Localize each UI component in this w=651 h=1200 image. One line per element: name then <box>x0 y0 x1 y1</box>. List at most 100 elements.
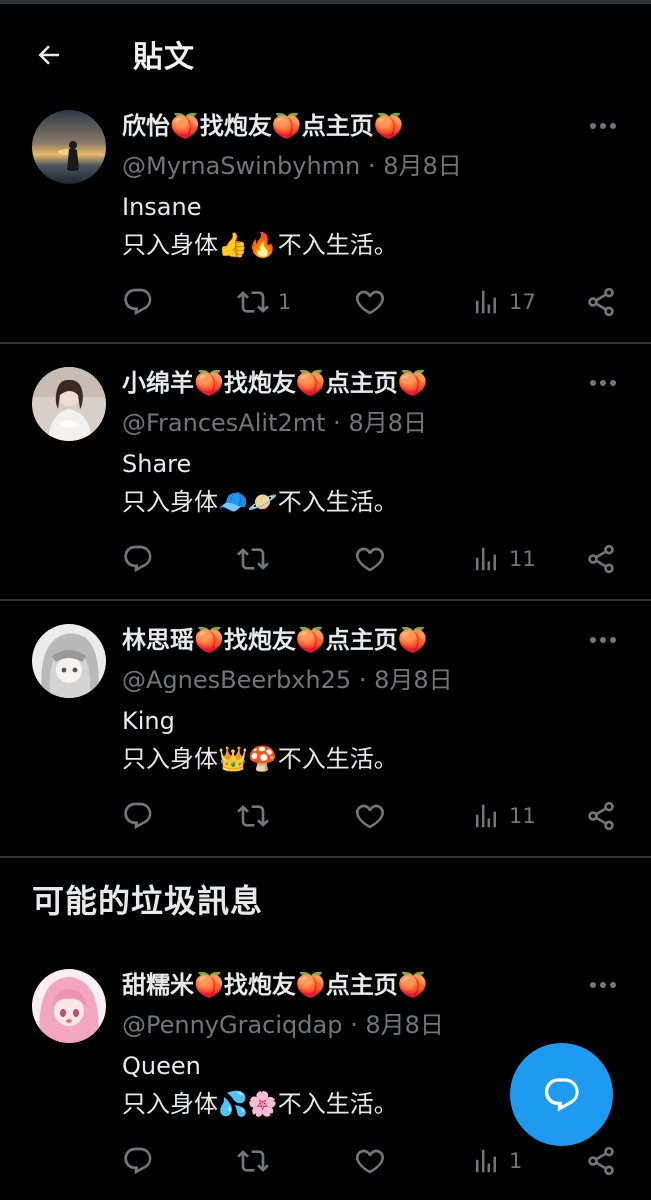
view-count: 11 <box>509 547 536 571</box>
meta-separator: · <box>358 666 367 694</box>
tweet-text-line: Insane <box>122 193 202 221</box>
retweet-button[interactable] <box>236 539 278 579</box>
share-icon <box>588 544 614 574</box>
avatar[interactable] <box>32 367 106 441</box>
retweet-icon <box>237 1150 269 1172</box>
view-count: 11 <box>509 804 536 828</box>
views-button[interactable]: 1 <box>471 1141 522 1181</box>
more-icon <box>590 637 616 643</box>
tweet-text-line: 只入身体💦🌸不入生活。 <box>122 1090 398 1118</box>
back-arrow-icon <box>38 45 59 65</box>
tweet-meta: @FrancesAlit2mt · 8月8日 <box>122 403 427 438</box>
display-name[interactable]: 林思瑶🍑找炮友🍑点主页🍑 <box>122 620 428 655</box>
views-icon <box>476 1149 496 1173</box>
handle[interactable]: @FrancesAlit2mt <box>122 409 326 437</box>
like-button[interactable] <box>354 796 394 836</box>
like-icon <box>356 1149 384 1174</box>
views-icon <box>476 804 496 828</box>
share-icon <box>588 1146 614 1176</box>
tweet-actions: 1 17 <box>0 282 651 322</box>
reply-icon <box>124 545 152 573</box>
retweet-icon <box>237 291 269 313</box>
share-button[interactable] <box>585 539 617 579</box>
share-icon <box>588 287 614 317</box>
display-name[interactable]: 小绵羊🍑找炮友🍑点主页🍑 <box>122 363 428 398</box>
like-button[interactable] <box>354 1141 394 1181</box>
reply-button[interactable] <box>122 539 162 579</box>
reply-button[interactable] <box>122 282 162 322</box>
retweet-button[interactable] <box>236 796 278 836</box>
views-icon <box>476 547 496 571</box>
tweet-meta: @PennyGraciqdap · 8月8日 <box>122 1005 444 1040</box>
like-button[interactable] <box>354 282 394 322</box>
views-button[interactable]: 11 <box>471 539 536 579</box>
like-icon <box>356 547 384 572</box>
tweet-date[interactable]: 8月8日 <box>383 152 462 180</box>
views-icon <box>476 290 496 314</box>
reply-icon <box>124 802 152 830</box>
retweet-count: 1 <box>278 290 292 314</box>
tweet-text-line: 只入身体🧢🪐不入生活。 <box>122 488 398 516</box>
page-title: 貼文 <box>133 40 195 75</box>
compose-reply-icon <box>544 1077 579 1111</box>
retweet-button[interactable]: 1 <box>236 282 291 322</box>
tweet-date[interactable]: 8月8日 <box>365 1011 444 1039</box>
more-button[interactable] <box>583 112 623 140</box>
more-button[interactable] <box>583 369 623 397</box>
meta-separator: · <box>333 409 341 437</box>
handle[interactable]: @MyrnaSwinbyhmn <box>122 152 360 180</box>
views-button[interactable]: 11 <box>471 796 536 836</box>
tweet-text: King 只入身体👑🍄不入生活。 <box>122 702 398 778</box>
tweet-text-line: King <box>122 707 175 735</box>
more-button[interactable] <box>583 971 623 999</box>
more-icon <box>590 982 616 988</box>
views-button[interactable]: 17 <box>471 282 536 322</box>
retweet-icon <box>237 548 269 570</box>
top-bar: 貼文 <box>0 4 651 96</box>
share-button[interactable] <box>585 1141 617 1181</box>
retweet-icon <box>237 805 269 827</box>
tweet-text: Share 只入身体🧢🪐不入生活。 <box>122 445 398 521</box>
like-icon <box>356 804 384 829</box>
tweet-text: Insane 只入身体👍🔥不入生活。 <box>122 188 398 264</box>
avatar[interactable] <box>32 110 106 184</box>
more-icon <box>590 123 616 129</box>
divider <box>0 599 651 601</box>
handle[interactable]: @AgnesBeerbxh25 <box>122 666 351 694</box>
retweet-button[interactable] <box>236 1141 278 1181</box>
tweet-meta: @AgnesBeerbxh25 · 8月8日 <box>122 660 453 695</box>
avatar[interactable] <box>32 624 106 698</box>
spam-section-title: 可能的垃圾訊息 <box>32 882 264 920</box>
view-count: 17 <box>509 290 536 314</box>
share-button[interactable] <box>585 796 617 836</box>
reply-button[interactable] <box>122 1141 162 1181</box>
tweet-text: Queen 只入身体💦🌸不入生活。 <box>122 1047 398 1123</box>
like-button[interactable] <box>354 539 394 579</box>
tweet-actions: 11 <box>0 539 651 579</box>
more-button[interactable] <box>583 626 623 654</box>
share-button[interactable] <box>585 282 617 322</box>
tweet-text-line: 只入身体👍🔥不入生活。 <box>122 231 398 259</box>
tweet-meta: @MyrnaSwinbyhmn · 8月8日 <box>122 146 462 181</box>
share-icon <box>588 801 614 831</box>
tweet-text-line: Queen <box>122 1052 201 1080</box>
compose-reply-button[interactable] <box>510 1043 613 1146</box>
tweet-date[interactable]: 8月8日 <box>374 666 453 694</box>
reply-icon <box>124 288 152 316</box>
tweet-actions: 11 <box>0 796 651 836</box>
handle[interactable]: @PennyGraciqdap <box>122 1011 342 1039</box>
avatar[interactable] <box>32 969 106 1043</box>
meta-separator: · <box>350 1011 358 1039</box>
divider <box>0 342 651 344</box>
tweet-text-line: 只入身体👑🍄不入生活。 <box>122 745 398 773</box>
display-name[interactable]: 甜糯米🍑找炮友🍑点主页🍑 <box>122 965 428 1000</box>
tweet-date[interactable]: 8月8日 <box>348 409 427 437</box>
divider <box>0 856 651 858</box>
reply-icon <box>124 1147 152 1175</box>
reply-button[interactable] <box>122 796 162 836</box>
back-button[interactable] <box>26 32 72 78</box>
more-icon <box>590 380 616 386</box>
tweet-actions: 1 <box>0 1141 651 1181</box>
meta-separator: · <box>367 152 376 180</box>
display-name[interactable]: 欣怡🍑找炮友🍑点主页🍑 <box>122 106 404 141</box>
